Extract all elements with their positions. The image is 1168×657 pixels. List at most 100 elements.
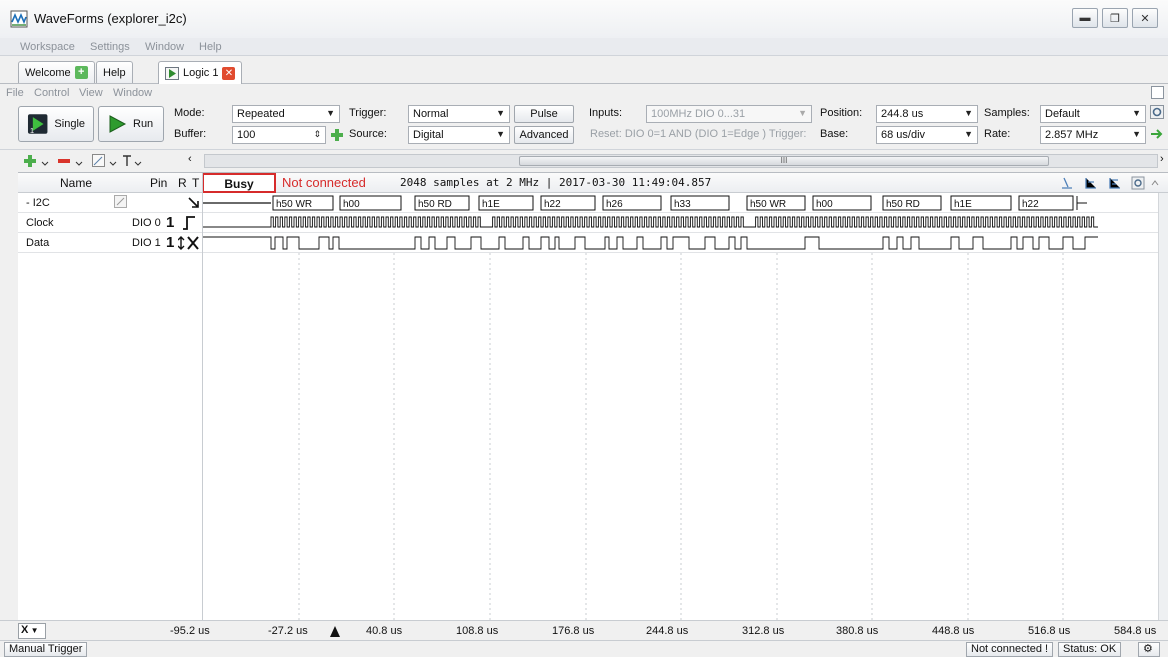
channel-r-value[interactable]: 1: [166, 214, 174, 231]
waveform-area[interactable]: h50 WR h00 h50 RD h1E h22 h26 h33 h50 WR h00 h50 …: [203, 193, 1158, 641]
tab-help[interactable]: Help: [96, 61, 133, 83]
base-label: Base:: [820, 128, 849, 140]
close-tab-icon[interactable]: ✕: [222, 66, 236, 80]
inputs-value: 100MHz DIO 0...31: [651, 108, 746, 120]
chevron-down-icon: ▼: [496, 108, 505, 118]
menu-view[interactable]: View: [79, 87, 103, 99]
add-source-icon[interactable]: [330, 128, 344, 142]
channel-toolbar: ‹ III ›: [0, 149, 1168, 171]
position-select[interactable]: 244.8 us ▼: [876, 105, 978, 123]
column-pin: Pin: [150, 176, 168, 190]
waveforms-app-icon: [10, 10, 28, 28]
trigger-select[interactable]: Normal ▼: [408, 105, 510, 123]
arrow-right-icon[interactable]: [1150, 128, 1164, 140]
base-value: 68 us/div: [881, 129, 926, 141]
trigger-condition-text: Reset: DIO 0=1 AND (DIO 1=Edge ) Trigger…: [590, 128, 807, 140]
scroll-thumb[interactable]: III: [519, 156, 1049, 166]
pulse-button[interactable]: Pulse: [514, 105, 574, 123]
time-axis: X ▼ -95.2 us -27.2 us 40.8 us 108.8 us 1…: [0, 620, 1168, 640]
minimize-button[interactable]: ▬: [1072, 8, 1098, 28]
mode-label: Mode:: [174, 107, 205, 119]
time-tick: 176.8 us: [552, 625, 595, 637]
inputs-select[interactable]: 100MHz DIO 0...31 ▼: [646, 105, 812, 123]
main-menu-bar: Workspace Settings Window Help: [0, 38, 1168, 56]
rising-edge-trigger-icon[interactable]: [182, 216, 196, 230]
trigger-position-icon[interactable]: [330, 626, 340, 637]
source-select[interactable]: Digital ▼: [408, 126, 510, 144]
inputs-label: Inputs:: [589, 107, 623, 119]
run-button[interactable]: Run: [98, 106, 164, 142]
menu-logic-window[interactable]: Window: [113, 87, 152, 99]
not-connected-button[interactable]: Not connected !: [966, 642, 1054, 657]
falling-edge-trigger-icon[interactable]: [188, 197, 200, 209]
edit-channel-icon[interactable]: [92, 154, 120, 168]
remove-channel-icon[interactable]: [58, 155, 86, 167]
busy-indicator: Busy: [202, 173, 276, 193]
mode-select[interactable]: Repeated ▼: [232, 105, 340, 123]
buffer-input[interactable]: 100 ⇕: [232, 126, 326, 144]
menu-file[interactable]: File: [6, 87, 24, 99]
bus-edit-icon[interactable]: [114, 195, 128, 209]
chevron-down-icon: ▼: [964, 129, 973, 139]
time-tick: 584.8 us: [1114, 625, 1157, 637]
device-icon[interactable]: ⚙: [1138, 642, 1160, 657]
tab-help-label: Help: [103, 66, 126, 79]
either-edge-trigger-icon[interactable]: [178, 236, 202, 250]
menu-workspace[interactable]: Workspace: [20, 41, 75, 53]
signal-table-header: Name Pin R T Busy Not connected 2048 sam…: [18, 173, 1168, 193]
single-acquisition-icon: 1: [27, 114, 48, 135]
left-gutter: [0, 172, 18, 640]
channel-r-value[interactable]: 1: [166, 234, 174, 251]
bus-packet-label: h00: [343, 199, 360, 210]
channel-name: Data: [26, 237, 50, 249]
channel-name: - I2C: [26, 197, 50, 209]
column-name: Name: [60, 176, 93, 190]
menu-control[interactable]: Control: [34, 87, 69, 99]
horizontal-scrollbar[interactable]: III: [204, 154, 1158, 168]
time-tick: -95.2 us: [170, 625, 210, 637]
menu-help[interactable]: Help: [199, 41, 222, 53]
settings-gear-icon[interactable]: [1150, 105, 1164, 119]
source-value: Digital: [413, 129, 444, 141]
time-tick: 380.8 us: [836, 625, 879, 637]
rate-select[interactable]: 2.857 MHz ▼: [1040, 126, 1146, 144]
tab-logic-1[interactable]: Logic 1 ✕: [158, 61, 243, 84]
spinner-icon[interactable]: ⇕: [313, 129, 321, 140]
dock-icon[interactable]: [1151, 86, 1164, 99]
acquisition-toolbar: 1 Single Run Mode: Buffer: Repeated ▼ 100…: [0, 102, 1168, 148]
base-select[interactable]: 68 us/div ▼: [876, 126, 978, 144]
vertical-scrollbar[interactable]: [1158, 193, 1168, 641]
time-tick: 312.8 us: [742, 625, 785, 637]
add-icon[interactable]: +: [74, 66, 88, 79]
buffer-label: Buffer:: [174, 128, 207, 140]
tab-welcome[interactable]: Welcome +: [18, 61, 95, 83]
bus-packet-label: h50 WR: [750, 199, 786, 210]
bus-packet-label: h33: [674, 199, 691, 210]
tab-logic-1-label: Logic 1: [183, 67, 219, 79]
manual-trigger-button[interactable]: Manual Trigger: [4, 642, 88, 657]
time-tick: -27.2 us: [268, 625, 308, 637]
text-format-icon[interactable]: [122, 154, 146, 168]
advanced-button[interactable]: Advanced: [514, 126, 574, 144]
cursor-tools-icon[interactable]: [1060, 176, 1160, 190]
channel-pin: DIO 0: [132, 217, 161, 229]
samples-select[interactable]: Default ▼: [1040, 105, 1146, 123]
bus-packet-label: h1E: [954, 199, 972, 210]
samples-value: Default: [1045, 108, 1080, 120]
single-button[interactable]: 1 Single: [18, 106, 94, 142]
bus-packet-label: h26: [606, 199, 623, 210]
bus-packet-label: h00: [816, 199, 833, 210]
axis-selector[interactable]: X ▼: [18, 623, 46, 639]
add-channel-icon[interactable]: [24, 155, 52, 167]
bus-packet-label: h1E: [482, 199, 500, 210]
bus-packet-label: h50 RD: [418, 199, 452, 210]
status-button[interactable]: Status: OK: [1058, 642, 1122, 657]
chevron-down-icon: ▼: [964, 108, 973, 118]
menu-window[interactable]: Window: [145, 41, 184, 53]
restore-button[interactable]: ❐: [1102, 8, 1128, 28]
close-window-button[interactable]: ✕: [1132, 8, 1158, 28]
menu-settings[interactable]: Settings: [90, 41, 130, 53]
run-icon: [109, 115, 127, 133]
scroll-left-icon[interactable]: ‹: [188, 153, 192, 165]
scroll-right-icon[interactable]: ›: [1160, 153, 1164, 165]
